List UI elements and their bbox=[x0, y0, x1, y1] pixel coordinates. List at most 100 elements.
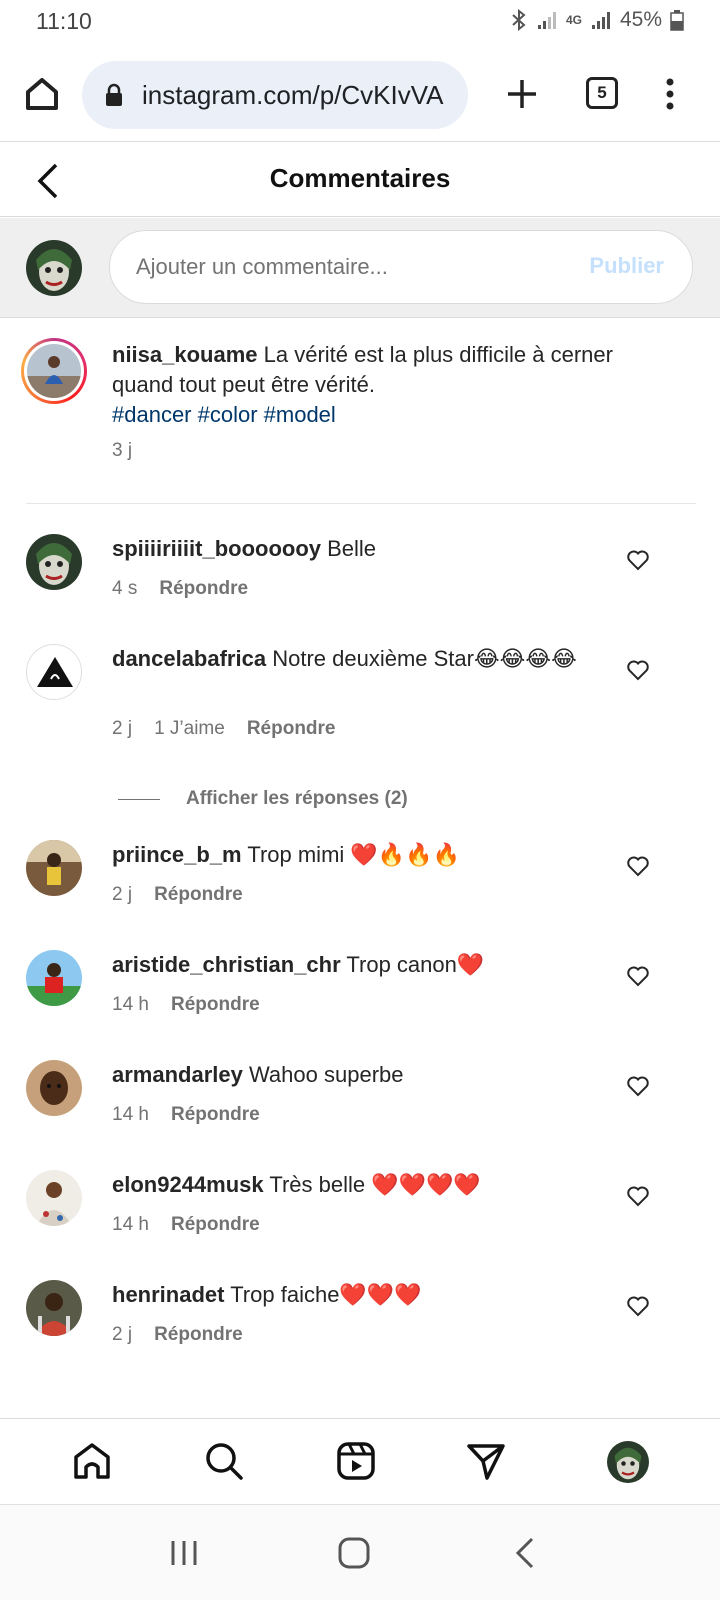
bluetooth-icon bbox=[512, 9, 526, 31]
url-text: instagram.com/p/CvKIvVA bbox=[142, 80, 444, 110]
commenter-avatar[interactable] bbox=[26, 950, 82, 1006]
commenter-avatar[interactable] bbox=[26, 644, 82, 700]
post-caption: niisa_kouame La vérité est la plus diffi… bbox=[0, 318, 720, 504]
reels-icon bbox=[337, 1442, 375, 1480]
author-avatar bbox=[27, 344, 81, 398]
view-replies-label: Afficher les réponses (2) bbox=[186, 788, 408, 809]
comment-time: 2 j bbox=[112, 884, 133, 905]
recent-apps-button[interactable] bbox=[166, 1535, 202, 1571]
publish-button[interactable]: Publier bbox=[589, 253, 664, 279]
battery-icon bbox=[670, 10, 684, 31]
divider bbox=[118, 798, 160, 800]
comment-body: Trop mimi ❤️🔥🔥🔥 bbox=[247, 842, 460, 867]
caption-username[interactable]: niisa_kouame bbox=[112, 342, 258, 367]
comment-meta: 14 h Répondre bbox=[112, 994, 260, 1016]
comment-body: Trop faiche❤️❤️❤️ bbox=[230, 1282, 422, 1307]
heart-icon[interactable] bbox=[626, 854, 650, 878]
recent-apps-icon bbox=[171, 1541, 197, 1565]
comment-username[interactable]: armandarley bbox=[112, 1062, 243, 1087]
nav-home-button[interactable] bbox=[70, 1439, 114, 1483]
commenter-avatar[interactable] bbox=[26, 1170, 82, 1226]
commenter-avatar[interactable] bbox=[26, 534, 82, 590]
comment-body: Très belle ❤️❤️❤️❤️ bbox=[269, 1172, 481, 1197]
system-back-button[interactable] bbox=[508, 1535, 544, 1571]
comment-text: spiiiiriiiit_booooooy Belle bbox=[112, 534, 592, 564]
comment-text: elon9244musk Très belle ❤️❤️❤️❤️ bbox=[112, 1170, 592, 1200]
browser-menu-button[interactable] bbox=[658, 74, 682, 114]
comment-username[interactable]: elon9244musk bbox=[112, 1172, 264, 1197]
heart-icon[interactable] bbox=[626, 548, 650, 572]
heart-icon[interactable] bbox=[626, 1184, 650, 1208]
comment-meta: 4 s Répondre bbox=[112, 578, 248, 600]
status-time: 11:10 bbox=[36, 8, 92, 34]
comment-text: armandarley Wahoo superbe bbox=[112, 1060, 592, 1090]
reply-button[interactable]: Répondre bbox=[171, 1214, 260, 1236]
direct-icon bbox=[467, 1444, 505, 1480]
comment-input[interactable] bbox=[136, 249, 556, 285]
comment-text: priince_b_m Trop mimi ❤️🔥🔥🔥 bbox=[112, 840, 592, 870]
square-home-icon bbox=[338, 1537, 370, 1569]
page-header: Commentaires bbox=[0, 143, 720, 217]
heart-icon[interactable] bbox=[626, 1294, 650, 1318]
tab-switcher-button[interactable]: 5 bbox=[586, 77, 618, 109]
view-replies-button[interactable]: Afficher les réponses (2) bbox=[118, 788, 408, 810]
search-icon bbox=[206, 1443, 243, 1480]
page-title: Commentaires bbox=[269, 163, 451, 193]
commenter-avatar[interactable] bbox=[26, 1060, 82, 1116]
commenter-avatar[interactable] bbox=[26, 840, 82, 896]
nav-direct-button[interactable] bbox=[464, 1439, 508, 1483]
comment-time: 2 j bbox=[112, 718, 133, 739]
caption-hashtags[interactable]: #dancer #color #model bbox=[112, 402, 336, 427]
reply-button[interactable]: Répondre bbox=[159, 578, 248, 600]
signal-icon bbox=[591, 12, 610, 29]
reply-button[interactable]: Répondre bbox=[154, 1324, 243, 1346]
back-icon bbox=[515, 1537, 534, 1569]
status-icons: 4G 45% bbox=[510, 8, 684, 32]
comment-username[interactable]: henrinadet bbox=[112, 1282, 224, 1307]
caption-time: 3 j bbox=[112, 440, 133, 461]
comment-username[interactable]: dancelabafrica bbox=[112, 646, 266, 671]
browser-home-button[interactable] bbox=[20, 72, 64, 116]
heart-icon[interactable] bbox=[626, 1074, 650, 1098]
comment-meta: 14 h Répondre bbox=[112, 1104, 260, 1126]
commenter-avatar[interactable] bbox=[26, 1280, 82, 1336]
signal-icon bbox=[537, 12, 556, 29]
reply-button[interactable]: Répondre bbox=[171, 994, 260, 1016]
comment-time: 14 h bbox=[112, 1214, 149, 1235]
comment-meta: 2 j Répondre bbox=[112, 1324, 243, 1346]
reply-button[interactable]: Répondre bbox=[154, 884, 243, 906]
comment-text: aristide_christian_chr Trop canon❤️ bbox=[112, 950, 592, 980]
browser-toolbar: instagram.com/p/CvKIvVA 5 bbox=[0, 52, 720, 142]
system-navigation bbox=[0, 1504, 720, 1600]
comment-body: Notre deuxième Star😂😂😂😂 bbox=[272, 646, 577, 671]
comment-time: 14 h bbox=[112, 994, 149, 1015]
home-icon bbox=[26, 78, 58, 110]
comment-username[interactable]: spiiiiriiiit_booooooy bbox=[112, 536, 321, 561]
battery-level: 45% bbox=[619, 8, 662, 31]
heart-icon[interactable] bbox=[626, 658, 650, 682]
more-vert-icon bbox=[666, 78, 674, 110]
reply-button[interactable]: Répondre bbox=[171, 1104, 260, 1126]
new-tab-button[interactable] bbox=[502, 74, 542, 114]
system-home-button[interactable] bbox=[336, 1535, 372, 1571]
story-ring[interactable] bbox=[21, 338, 87, 404]
comment-likes[interactable]: 1 J’aime bbox=[154, 718, 225, 740]
comment-body: Belle bbox=[327, 536, 377, 561]
nav-search-button[interactable] bbox=[202, 1439, 246, 1483]
comment-username[interactable]: aristide_christian_chr bbox=[112, 952, 341, 977]
bottom-navigation bbox=[0, 1418, 720, 1504]
nav-reels-button[interactable] bbox=[334, 1439, 378, 1483]
status-bar: 11:10 4G 45% bbox=[0, 0, 720, 44]
reply-button[interactable]: Répondre bbox=[247, 718, 336, 740]
address-bar[interactable]: instagram.com/p/CvKIvVA bbox=[82, 61, 468, 129]
comment-username[interactable]: priince_b_m bbox=[112, 842, 242, 867]
divider bbox=[26, 503, 696, 504]
comment-time: 14 h bbox=[112, 1104, 149, 1125]
network-type: 4G bbox=[565, 13, 582, 27]
nav-profile-avatar[interactable] bbox=[607, 1441, 649, 1483]
heart-icon[interactable] bbox=[626, 964, 650, 988]
comment-field-wrapper: Publier bbox=[109, 230, 693, 304]
current-user-avatar bbox=[26, 240, 82, 296]
lock-icon bbox=[106, 83, 122, 106]
comment-meta: 2 j 1 J’aime Répondre bbox=[112, 718, 336, 740]
